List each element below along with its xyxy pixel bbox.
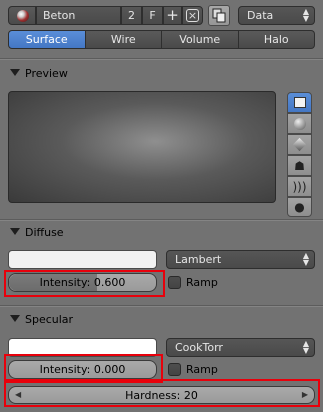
x-box-icon: ×: [186, 9, 199, 22]
tab-halo[interactable]: Halo: [238, 30, 315, 49]
highlight-box: [4, 379, 320, 407]
context-select-label: Data: [247, 9, 274, 22]
tab-surface[interactable]: Surface: [8, 30, 86, 49]
sphere-a-icon: ●: [294, 200, 305, 214]
material-name-field[interactable]: Beton: [36, 6, 121, 25]
diffuse-shader-select[interactable]: Lambert ▲ ▼: [166, 250, 315, 269]
updown-arrows-icon: ▲ ▼: [302, 7, 309, 23]
sphere-icon: [293, 117, 306, 130]
collapse-triangle-icon: [10, 228, 20, 235]
plus-icon: +: [166, 6, 179, 24]
tab-volume[interactable]: Volume: [162, 30, 239, 49]
diffuse-title: Diffuse: [25, 226, 64, 239]
context-select[interactable]: Data ▲ ▼: [238, 6, 315, 25]
preview-monkey-button[interactable]: ☗: [287, 155, 312, 176]
updown-arrows-icon: ▲ ▼: [302, 251, 309, 267]
preview-cube-button[interactable]: [287, 134, 312, 155]
specular-ramp-checkbox[interactable]: [168, 363, 181, 376]
material-preview-render: [8, 91, 276, 203]
preview-flat-button[interactable]: [287, 92, 312, 113]
cube-icon: [292, 137, 307, 152]
monkey-icon: ☗: [294, 158, 305, 173]
diffuse-shader-label: Lambert: [175, 253, 222, 266]
preview-panel-header[interactable]: Preview: [0, 63, 323, 85]
diffuse-color-swatch[interactable]: [8, 250, 157, 269]
specular-title: Specular: [25, 313, 74, 326]
specular-ramp-label: Ramp: [186, 363, 218, 376]
material-type-tabs: Surface Wire Volume Halo: [8, 30, 315, 49]
material-preview-icon[interactable]: [8, 6, 36, 25]
diffuse-ramp-label: Ramp: [186, 276, 218, 289]
diffuse-panel-header[interactable]: Diffuse: [0, 222, 323, 244]
preview-sphere-a-button[interactable]: ●: [287, 197, 312, 217]
updown-arrows-icon: ▲ ▼: [302, 339, 309, 355]
preview-sphere-button[interactable]: [287, 113, 312, 134]
preview-hair-button[interactable]: ))): [287, 176, 312, 197]
preview-title: Preview: [25, 67, 68, 80]
user-count-button[interactable]: 2: [121, 6, 142, 25]
highlight-box: [4, 270, 165, 297]
collapse-triangle-icon: [10, 315, 20, 322]
diffuse-ramp-checkbox[interactable]: [168, 276, 181, 289]
collapse-triangle-icon: [10, 69, 20, 76]
hair-icon: ))): [292, 179, 307, 194]
tab-wire[interactable]: Wire: [85, 30, 162, 49]
flat-icon: [293, 97, 306, 108]
material-header: Beton 2 F + × Data ▲ ▼: [0, 0, 323, 30]
fake-user-button[interactable]: F: [142, 6, 163, 25]
copy-icon[interactable]: [208, 5, 230, 26]
specular-panel-header[interactable]: Specular: [0, 309, 323, 331]
unlink-material-button[interactable]: ×: [182, 6, 203, 25]
specular-shader-label: CookTorr: [175, 341, 223, 354]
add-material-button[interactable]: +: [163, 6, 182, 25]
specular-shader-select[interactable]: CookTorr ▲ ▼: [166, 338, 315, 357]
